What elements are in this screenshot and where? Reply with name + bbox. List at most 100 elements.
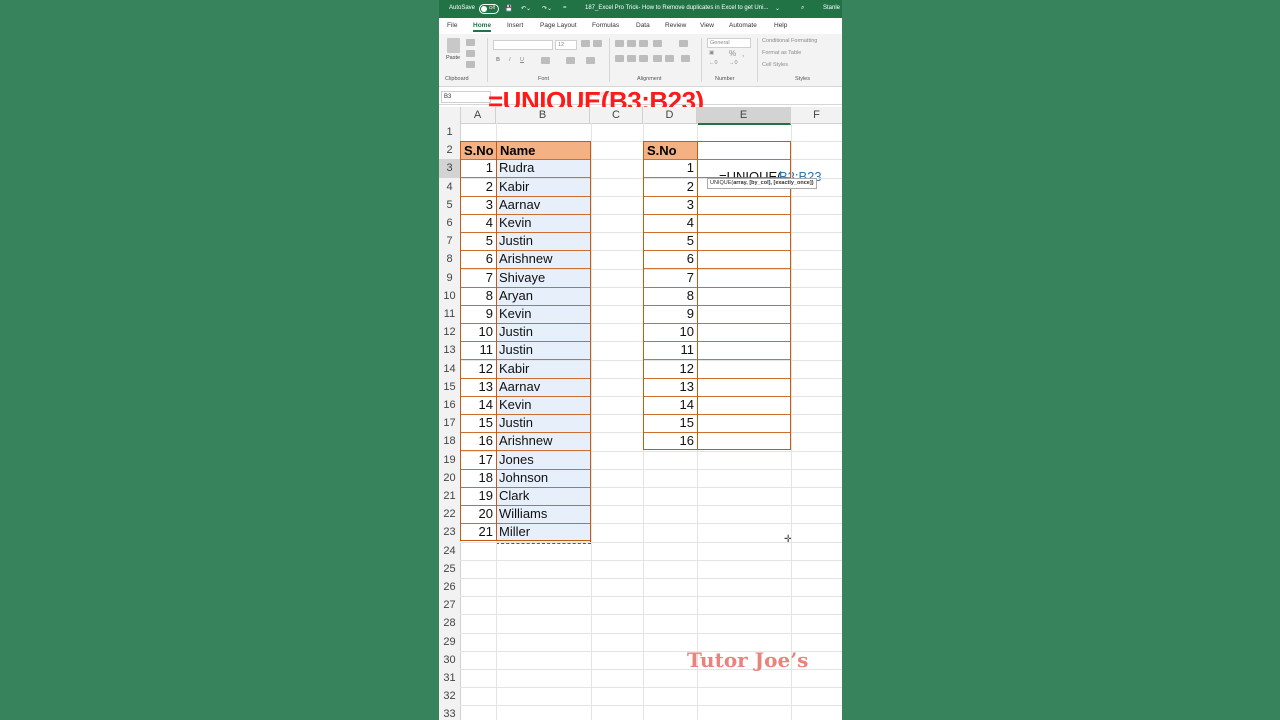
left-sno-cell[interactable]: 11 (460, 341, 496, 359)
column-header-b[interactable]: B (496, 107, 590, 123)
format-painter-icon[interactable] (466, 61, 475, 68)
user-name[interactable]: Stanle (823, 5, 840, 11)
row-header[interactable]: 10 (439, 287, 460, 305)
row-header[interactable]: 24 (439, 542, 460, 560)
tab-review[interactable]: Review (665, 22, 686, 29)
left-sno-cell[interactable]: 5 (460, 232, 496, 250)
row-header[interactable]: 29 (439, 633, 460, 651)
row-header[interactable]: 12 (439, 323, 460, 341)
right-sno-cell[interactable]: 5 (643, 232, 697, 250)
fill-color-icon[interactable] (566, 57, 575, 64)
right-sno-cell[interactable]: 7 (643, 269, 697, 287)
decrease-font-icon[interactable] (593, 40, 602, 47)
bold-icon[interactable]: B (496, 57, 500, 63)
format-as-table-button[interactable]: Format as Table (762, 50, 801, 56)
paste-icon[interactable] (447, 38, 460, 53)
cell-styles-button[interactable]: Cell Styles (762, 62, 788, 68)
align-bottom-icon[interactable] (639, 40, 648, 47)
left-name-cell[interactable]: Arishnew (499, 250, 589, 268)
row-header[interactable]: 8 (439, 250, 460, 268)
left-name-cell[interactable]: Jones (499, 451, 589, 469)
row-header[interactable]: 13 (439, 341, 460, 359)
left-name-cell[interactable]: Justin (499, 323, 589, 341)
tab-insert[interactable]: Insert (507, 22, 523, 29)
row-header[interactable]: 25 (439, 560, 460, 578)
align-right-icon[interactable] (639, 55, 648, 62)
align-middle-icon[interactable] (627, 40, 636, 47)
left-name-cell[interactable]: Kabir (499, 360, 589, 378)
row-header[interactable]: 17 (439, 414, 460, 432)
number-format-box[interactable]: General (707, 38, 751, 48)
left-name-cell[interactable]: Kabir (499, 178, 589, 196)
row-header[interactable]: 20 (439, 469, 460, 487)
left-sno-cell[interactable]: 15 (460, 414, 496, 432)
percent-icon[interactable]: % (729, 49, 736, 58)
row-header[interactable]: 21 (439, 487, 460, 505)
row-header[interactable]: 27 (439, 596, 460, 614)
name-box[interactable]: B3 (441, 91, 491, 103)
left-name-cell[interactable]: Kevin (499, 305, 589, 323)
left-name-cell[interactable]: Justin (499, 414, 589, 432)
left-sno-cell[interactable]: 18 (460, 469, 496, 487)
left-sno-cell[interactable]: 19 (460, 487, 496, 505)
left-name-cell[interactable]: Shivaye (499, 269, 589, 287)
left-name-cell[interactable]: Justin (499, 232, 589, 250)
paste-label[interactable]: Paste (446, 55, 460, 61)
increase-indent-icon[interactable] (665, 55, 674, 62)
comma-icon[interactable]: , (742, 49, 744, 58)
chevron-down-icon[interactable]: ⌄ (775, 5, 780, 12)
italic-icon[interactable]: I (509, 57, 511, 63)
copy-icon[interactable] (466, 50, 475, 57)
left-sno-cell[interactable]: 4 (460, 214, 496, 232)
right-sno-cell[interactable]: 2 (643, 178, 697, 196)
row-header[interactable]: 9 (439, 269, 460, 287)
tab-data[interactable]: Data (636, 22, 650, 29)
left-sno-cell[interactable]: 8 (460, 287, 496, 305)
left-sno-cell[interactable]: 13 (460, 378, 496, 396)
left-name-cell[interactable]: Justin (499, 341, 589, 359)
search-icon[interactable]: ⌕ (801, 5, 804, 12)
save-icon[interactable]: 💾 (505, 5, 512, 12)
left-sno-cell[interactable]: 20 (460, 505, 496, 523)
tab-automate[interactable]: Automate (729, 22, 757, 29)
row-header[interactable]: 3 (439, 159, 460, 178)
right-sno-cell[interactable]: 6 (643, 250, 697, 268)
increase-font-icon[interactable] (581, 40, 590, 47)
wrap-text-icon[interactable] (679, 40, 688, 47)
select-all-corner[interactable] (439, 107, 461, 123)
right-sno-cell[interactable]: 3 (643, 196, 697, 214)
right-sno-cell[interactable]: 13 (643, 378, 697, 396)
right-sno-cell[interactable]: 1 (643, 159, 697, 177)
align-center-icon[interactable] (627, 55, 636, 62)
row-header[interactable]: 7 (439, 232, 460, 250)
cut-icon[interactable] (466, 39, 475, 46)
font-color-icon[interactable] (586, 57, 595, 64)
left-sno-cell[interactable]: 7 (460, 269, 496, 287)
row-header[interactable]: 28 (439, 614, 460, 632)
row-header[interactable]: 22 (439, 505, 460, 523)
left-sno-cell[interactable]: 16 (460, 432, 496, 450)
left-name-cell[interactable]: Johnson (499, 469, 589, 487)
autosave-toggle[interactable]: Off (479, 4, 499, 14)
conditional-formatting-button[interactable]: Conditional Formatting (762, 38, 817, 44)
tab-home[interactable]: Home (473, 22, 492, 32)
left-sno-cell[interactable]: 14 (460, 396, 496, 414)
row-header[interactable]: 14 (439, 360, 460, 378)
right-sno-cell[interactable]: 4 (643, 214, 697, 232)
left-name-cell[interactable]: Aarnav (499, 196, 589, 214)
row-header[interactable]: 2 (439, 141, 460, 159)
left-name-cell[interactable]: Aryan (499, 287, 589, 305)
row-header[interactable]: 16 (439, 396, 460, 414)
column-header-a[interactable]: A (460, 107, 496, 123)
row-header[interactable]: 30 (439, 651, 460, 669)
right-sno-cell[interactable]: 9 (643, 305, 697, 323)
left-sno-cell[interactable]: 21 (460, 523, 496, 541)
left-header-sno[interactable]: S.No (460, 141, 497, 160)
left-name-cell[interactable]: Kevin (499, 396, 589, 414)
left-name-cell[interactable]: Aarnav (499, 378, 589, 396)
tab-help[interactable]: Help (774, 22, 787, 29)
font-size-box[interactable]: 12 (555, 40, 577, 50)
decrease-indent-icon[interactable] (653, 55, 662, 62)
font-name-box[interactable] (493, 40, 553, 50)
left-sno-cell[interactable]: 6 (460, 250, 496, 268)
